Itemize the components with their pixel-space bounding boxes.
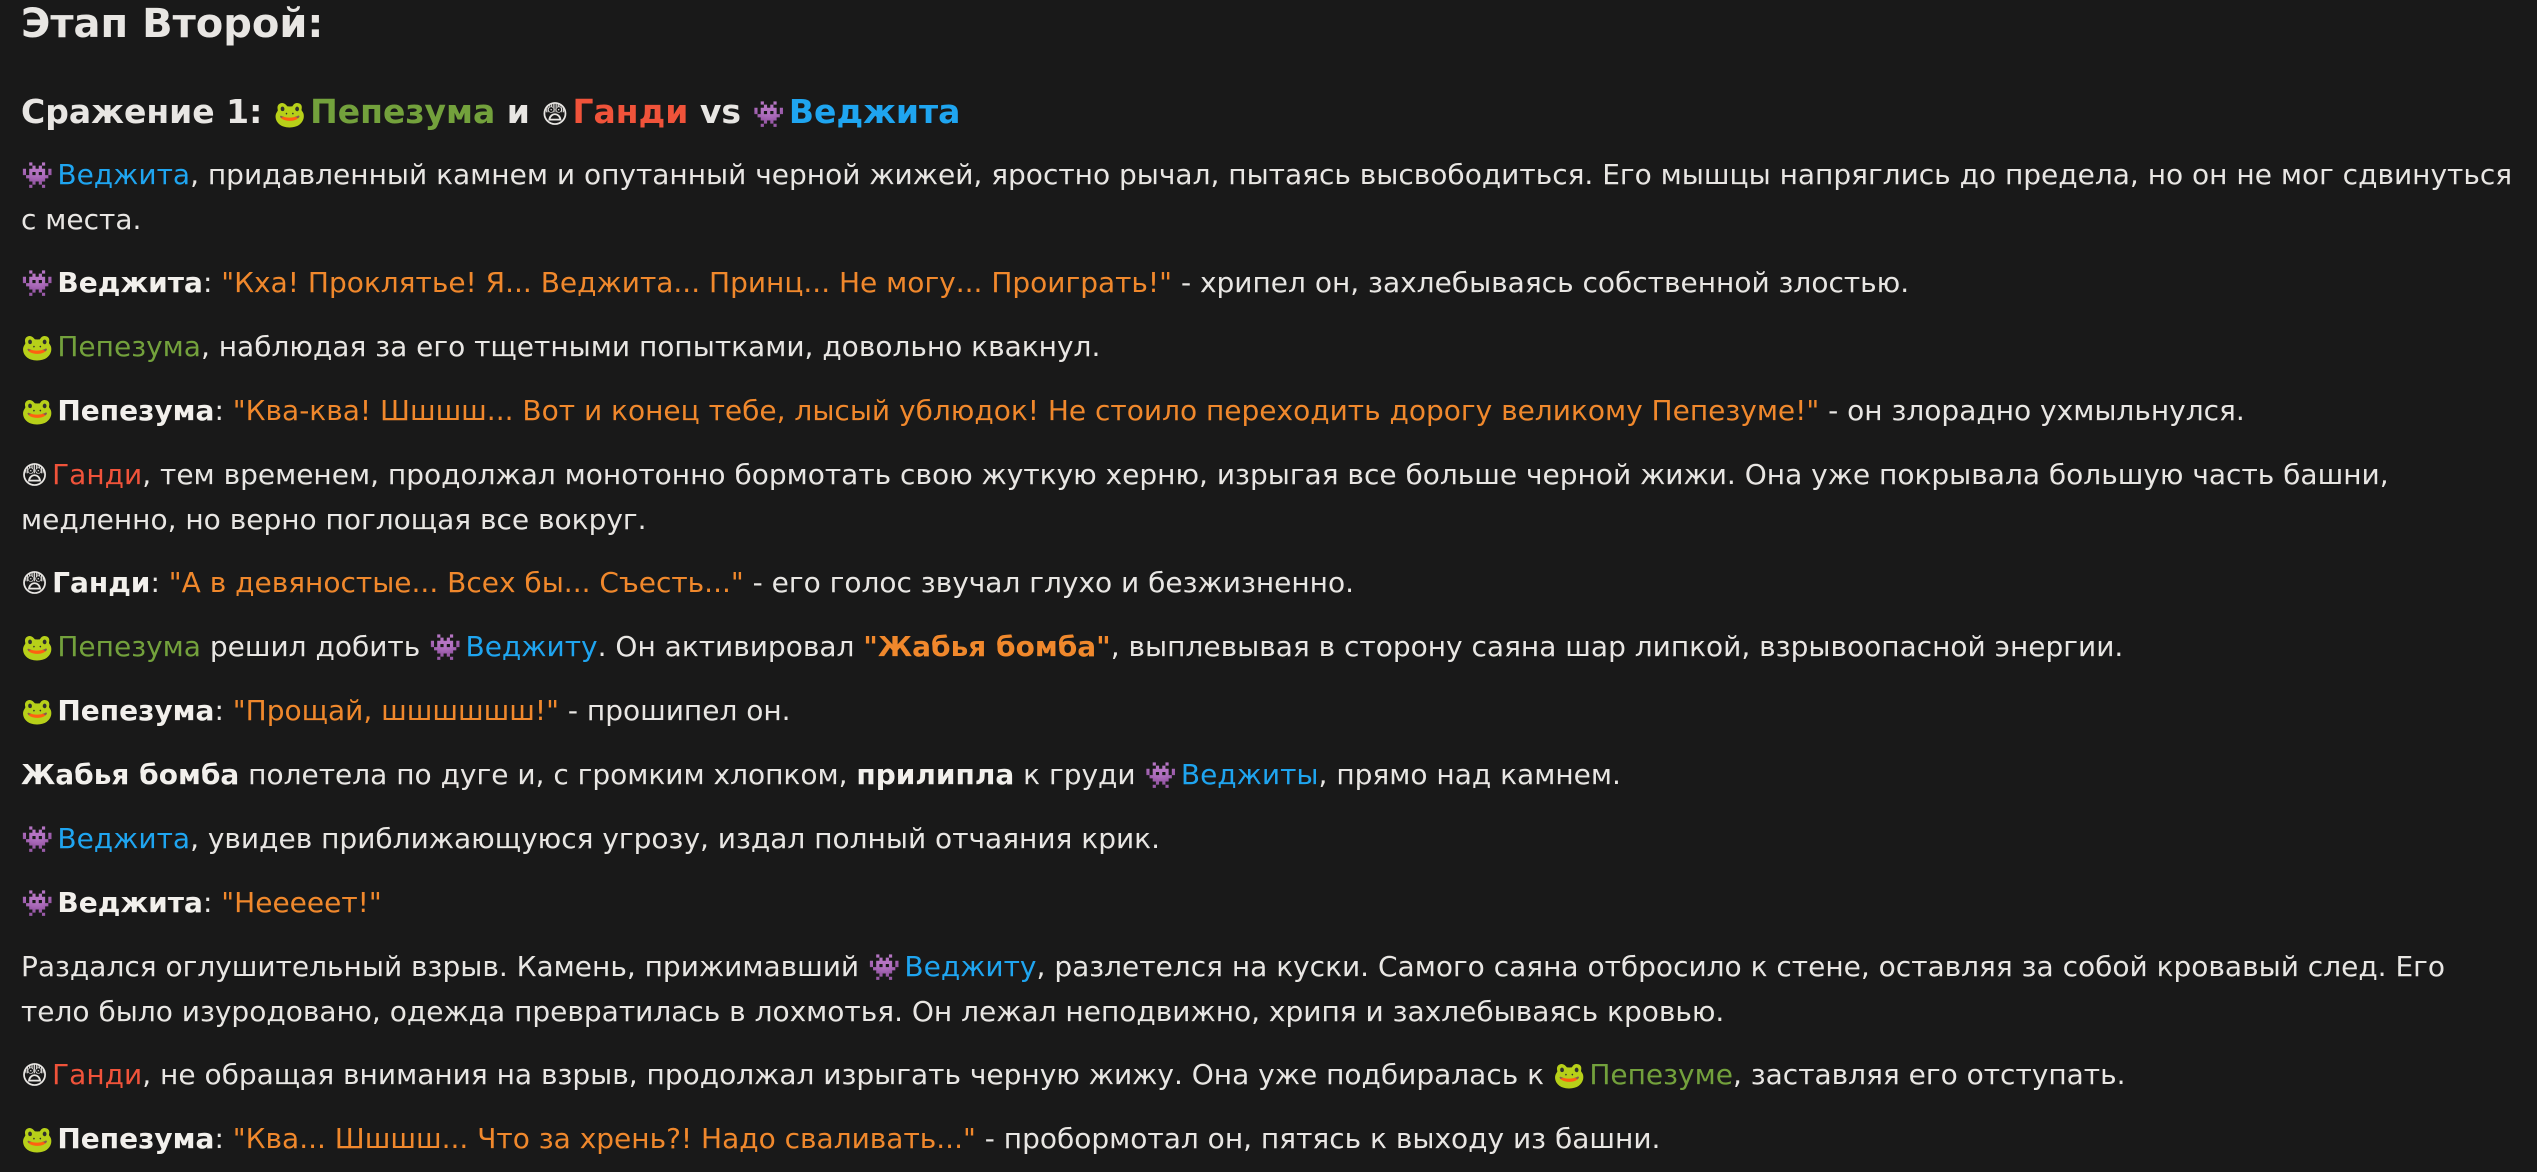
stuck-term: прилипла [856, 758, 1015, 791]
alien-monster-emoji-icon: 👾 [429, 633, 462, 663]
narration-text: , прямо над камнем. [1318, 758, 1621, 791]
fighter-gandi: Ганди [572, 92, 689, 131]
dialogue-quote: "Ква... Шшшш... Что за хрень?! Надо свал… [232, 1122, 976, 1155]
fighter-pepezuma: Пепезума [310, 92, 496, 131]
fearful-face-emoji-icon: 😨 [21, 569, 49, 599]
narration-text: , придавленный камнем и опутанный черной… [21, 158, 2513, 236]
narration-text: , тем временем, продолжал монотонно борм… [21, 458, 2389, 536]
name-pepezuma: Пепезума [57, 630, 201, 663]
narration-text: - он злорадно ухмыльнулся. [1819, 394, 2245, 427]
alien-monster-emoji-icon: 👾 [868, 953, 901, 983]
name-vegeta: Веджита [57, 822, 191, 855]
dialogue-quote: "А в девяностые... Всех бы... Съесть..." [168, 566, 744, 599]
name-gandi: Ганди [52, 1058, 143, 1091]
speaker-pepezuma: Пепезума [57, 694, 215, 727]
narration-text: , наблюдая за его тщетными попытками, до… [200, 330, 1101, 363]
alien-monster-emoji-icon: 👾 [21, 889, 54, 919]
narration-text: , заставляя его отступать. [1732, 1058, 2126, 1091]
dialogue-quote: "Кха! Проклятье! Я... Веджита... Принц..… [221, 266, 1173, 299]
frog-emoji-icon: 🐸 [21, 1125, 54, 1155]
colon: : [214, 394, 233, 427]
paragraph-4: 🐸 Пепезума: "Ква-ква! Шшшш... Вот и конец… [21, 389, 2516, 434]
and-word: и [506, 92, 530, 131]
alien-monster-emoji-icon: 👾 [752, 100, 785, 130]
frog-emoji-icon: 🐸 [21, 397, 54, 427]
name-vegeta: Веджиту [465, 630, 598, 663]
colon: : [214, 694, 233, 727]
narration-text: - его голос звучал глухо и безжизненно. [743, 566, 1355, 599]
paragraph-13: 😨 Ганди, не обращая внимания на взрыв, пр… [21, 1053, 2516, 1098]
narration-text: . Он активировал [597, 630, 864, 663]
name-vegeta: Веджиты [1180, 758, 1319, 791]
fighter-vegeta: Веджита [788, 92, 961, 131]
narration-text: - пробормотал он, пятясь к выходу из баш… [975, 1122, 1661, 1155]
story-document: Этап Второй: Сражение 1: 🐸 Пепезума и 😨 Га… [0, 0, 2537, 1162]
narration-text: - хрипел он, захлебываясь собственной зл… [1172, 266, 1910, 299]
paragraph-14: 🐸 Пепезума: "Ква... Шшшш... Что за хрень?… [21, 1117, 2516, 1162]
bomb-term: Жабья бомба [21, 758, 240, 791]
speaker-pepezuma: Пепезума [57, 394, 215, 427]
dialogue-quote: "Прощай, шшшшшш!" [232, 694, 559, 727]
speaker-vegeta: Веджита [57, 886, 203, 919]
alien-monster-emoji-icon: 👾 [21, 825, 54, 855]
paragraph-9: Жабья бомба полетела по дуге и, с громки… [21, 753, 2516, 798]
fearful-face-emoji-icon: 😨 [21, 1061, 49, 1091]
battle-prefix: Сражение 1: [21, 92, 263, 131]
narration-text: к груди [1014, 758, 1145, 791]
colon: : [214, 1122, 233, 1155]
fearful-face-emoji-icon: 😨 [541, 100, 569, 130]
paragraph-3: 🐸 Пепезума, наблюдая за его тщетными попы… [21, 325, 2516, 370]
alien-monster-emoji-icon: 👾 [21, 161, 54, 191]
narration-text: Раздался оглушительный взрыв. Камень, пр… [21, 950, 869, 983]
stage-title: Этап Второй: [21, 1, 324, 47]
colon: : [150, 566, 169, 599]
paragraph-12: Раздался оглушительный взрыв. Камень, пр… [21, 945, 2516, 1034]
speaker-gandi: Ганди [52, 566, 151, 599]
narration-text: - прошипел он. [558, 694, 791, 727]
name-pepezuma: Пепезума [57, 330, 201, 363]
speaker-pepezuma: Пепезума [57, 1122, 215, 1155]
frog-emoji-icon: 🐸 [21, 697, 54, 727]
alien-monster-emoji-icon: 👾 [1144, 761, 1177, 791]
dialogue-quote: "Ква-ква! Шшшш... Вот и конец тебе, лысы… [232, 394, 1820, 427]
paragraph-1: 👾 Веджита, придавленный камнем и опутанны… [21, 153, 2516, 242]
name-pepezuma: Пепезуме [1589, 1058, 1733, 1091]
speaker-vegeta: Веджита [57, 266, 203, 299]
narration-text: , увидев приближающуюся угрозу, издал по… [190, 822, 1160, 855]
frog-emoji-icon: 🐸 [21, 633, 54, 663]
fearful-face-emoji-icon: 😨 [21, 461, 49, 491]
paragraph-5: 😨 Ганди, тем временем, продолжал монотонн… [21, 453, 2516, 542]
paragraph-8: 🐸 Пепезума: "Прощай, шшшшшш!" - прошипел … [21, 689, 2516, 734]
alien-monster-emoji-icon: 👾 [21, 269, 54, 299]
battle-heading: Сражение 1: 🐸 Пепезума и 😨 Ганди vs 👾 Веджи… [21, 88, 2516, 139]
colon: : [202, 886, 222, 919]
ability-name: "Жабья бомба" [863, 630, 1111, 663]
paragraph-6: 😨 Ганди: "А в девяностые... Всех бы... Съ… [21, 561, 2516, 606]
narration-text: , не обращая внимания на взрыв, продолжа… [142, 1058, 1553, 1091]
paragraph-11: 👾 Веджита: "Нееееет!" [21, 881, 2516, 926]
frog-emoji-icon: 🐸 [21, 333, 54, 363]
narration-text: решил добить [200, 630, 430, 663]
dialogue-quote: "Нееееет!" [221, 886, 382, 919]
name-gandi: Ганди [52, 458, 143, 491]
paragraph-10: 👾 Веджита, увидев приближающуюся угрозу, … [21, 817, 2516, 862]
narration-text: , выплевывая в сторону саяна шар липкой,… [1110, 630, 2124, 663]
frog-emoji-icon: 🐸 [273, 100, 307, 130]
vs-word: vs [699, 92, 742, 131]
frog-emoji-icon: 🐸 [1552, 1061, 1586, 1091]
name-vegeta: Веджиту [904, 950, 1037, 983]
narration-text: полетела по дуге и, с громким хлопком, [239, 758, 857, 791]
paragraph-7: 🐸 Пепезума решил добить 👾 Веджиту. Он акти… [21, 625, 2516, 670]
paragraph-2: 👾 Веджита: "Кха! Проклятье! Я... Веджита.… [21, 261, 2516, 306]
name-vegeta: Веджита [57, 158, 191, 191]
colon: : [202, 266, 222, 299]
